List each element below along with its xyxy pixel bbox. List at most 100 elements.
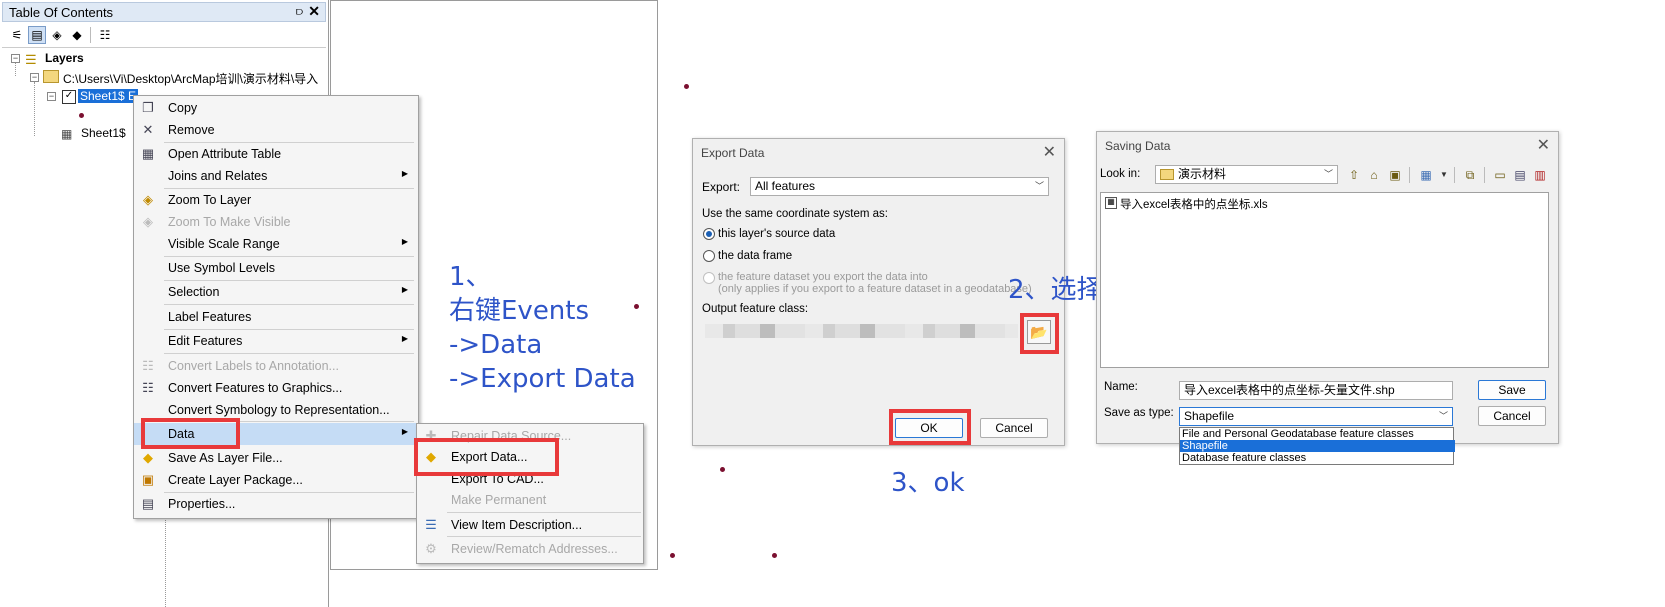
submenu-arrow-icon: ▶ [401,237,408,246]
new-toolbox-icon[interactable]: ▥ [1532,167,1548,183]
annotation-step1-line: 右键Events [449,296,590,326]
look-in-label: Look in: [1100,168,1141,180]
menu-item-open-attribute-table[interactable]: ▦ Open Attribute Table [134,143,416,165]
menu-item-label: Copy [168,101,198,115]
submenu-arrow-icon: ▶ [401,334,408,343]
menu-item-use-symbol-levels[interactable]: Use Symbol Levels [134,257,416,279]
pin-icon[interactable]: ⫐ [296,4,303,19]
export-select-value: All features [755,179,816,193]
menu-item-label: Save As Layer File... [168,451,283,465]
map-point [772,553,777,558]
menu-item-joins-and-relates[interactable]: Joins and Relates ▶ [134,165,416,187]
highlight-box-browse [1020,313,1059,354]
point-symbol [79,113,84,118]
layer-package-icon: ▣ [141,472,155,487]
menu-item-label: Joins and Relates [168,169,268,183]
close-icon[interactable]: ✕ [1043,142,1056,162]
table-icon: ▦ [61,127,73,141]
dialog-title: Saving Data [1105,139,1171,153]
menu-item-label: Review/Rematch Addresses... [451,542,618,556]
list-by-visibility-icon[interactable]: ◈ [48,26,66,44]
chevron-down-icon[interactable]: ▼ [1436,167,1452,183]
cancel-button[interactable]: Cancel [1478,406,1546,426]
close-icon[interactable]: ✕ [308,3,320,20]
highlight-box-ok [889,409,971,445]
collapse-layers-icon[interactable]: − [11,54,20,63]
menu-item-zoom-to-layer[interactable]: ◈ Zoom To Layer [134,189,416,211]
chevron-down-icon: ﹀ [1034,181,1044,191]
options-icon[interactable]: ☷ [96,26,114,44]
menu-item-label: Zoom To Layer [168,193,252,207]
home-icon[interactable]: ⌂ [1366,167,1382,183]
radio-layer-source[interactable] [703,228,715,240]
look-in-select[interactable]: 演示材料 ﹀ [1155,165,1338,184]
collapse-layer-icon[interactable]: − [47,92,56,101]
menu-item-edit-features[interactable]: Edit Features ▶ [134,330,416,352]
menu-item-label: Open Attribute Table [168,147,282,161]
list-by-drawing-order-icon[interactable]: ⚟ [8,26,26,44]
menu-item-visible-scale-range[interactable]: Visible Scale Range ▶ [134,233,416,255]
menu-item-remove[interactable]: ✕ Remove [134,119,416,141]
menu-item-label: Visible Scale Range [168,237,280,251]
menu-item-label: Label Features [168,310,252,324]
layer-visibility-checkbox[interactable]: ✓ [62,90,76,104]
menu-item-create-layer-package[interactable]: ▣ Create Layer Package... [134,469,416,491]
menu-item-make-permanent: Make Permanent [417,489,641,511]
save-as-type-select[interactable]: Shapefile ﹀ [1179,407,1453,426]
radio-label-note: (only applies if you export to a feature… [718,283,1032,295]
collapse-folder-icon[interactable]: − [30,73,39,82]
list-by-selection-icon[interactable]: ◆ [68,26,86,44]
view-list-icon[interactable]: ▦ [1418,167,1434,183]
output-feature-class-label: Output feature class: [702,303,809,315]
connect-folder-icon[interactable]: ⧉ [1462,167,1478,183]
dropdown-option-selected[interactable]: Shapefile [1180,440,1455,452]
file-list-item[interactable]: 导入excel表格中的点坐标.xls [1120,196,1268,212]
tree-table[interactable]: Sheet1$ [81,126,126,140]
tree-line [15,62,16,76]
list-by-source-icon[interactable]: ▤ [28,26,46,44]
menu-item-label: Convert Features to Graphics... [168,381,343,395]
menu-item-selection[interactable]: Selection ▶ [134,281,416,303]
output-path-field[interactable] [705,324,1018,338]
review-icon: ⚙ [425,541,437,556]
annotation-step1: 1、 右键Events ->Data ->Export Data [449,260,636,396]
radio-data-frame[interactable] [703,250,715,262]
map-point [670,553,675,558]
menu-item-properties[interactable]: ▤ Properties... [134,493,416,515]
tree-line [34,82,35,136]
dropdown-option[interactable]: Database feature classes [1180,452,1455,464]
close-icon[interactable]: ✕ [1537,135,1550,155]
save-as-type-value: Shapefile [1184,409,1235,423]
file-browser-list[interactable]: ▦ 导入excel表格中的点坐标.xls [1100,192,1549,368]
tree-layers-root[interactable]: Layers [45,51,84,65]
new-geodatabase-icon[interactable]: ▤ [1512,167,1528,183]
menu-item-label-features[interactable]: Label Features [134,306,416,328]
annotation-step3: 3、ok [891,468,965,498]
up-one-level-icon[interactable]: ⇧ [1346,167,1362,183]
submenu-arrow-icon: ▶ [401,427,408,436]
catalog-icon[interactable]: ▣ [1387,167,1403,183]
look-in-value: 演示材料 [1178,167,1227,181]
menu-item-label: Remove [168,123,215,137]
menu-item-label: Selection [168,285,220,299]
radio-label: the feature dataset you export the data … [718,271,928,283]
tree-layer-selected[interactable]: Sheet1$ E [78,89,139,103]
dropdown-option[interactable]: File and Personal Geodatabase feature cl… [1180,428,1455,440]
map-point [684,84,689,89]
menu-item-save-as-layer-file[interactable]: ◆ Save As Layer File... [134,447,416,469]
menu-item-view-item-description[interactable]: ☰ View Item Description... [417,514,641,536]
file-name-input[interactable]: 导入excel表格中的点坐标-矢量文件.shp [1179,381,1453,400]
table-icon: ▦ [141,146,155,161]
tree-folder-path[interactable]: C:\Users\Vi\Desktop\ArcMap培训\演示材料\导入 [63,70,318,87]
cancel-button[interactable]: Cancel [980,418,1048,438]
save-as-type-dropdown: File and Personal Geodatabase feature cl… [1179,427,1455,465]
menu-item-copy[interactable]: ❐ Copy [134,97,416,119]
save-button[interactable]: Save [1478,380,1546,400]
menu-item-label: Zoom To Make Visible [168,215,291,229]
new-folder-icon[interactable]: ▭ [1492,167,1508,183]
menu-item-convert-features-to-graphics[interactable]: ☷ Convert Features to Graphics... [134,377,416,399]
export-select[interactable]: All features ﹀ [750,177,1049,196]
convert-graphics-icon: ☷ [142,380,154,395]
dialog-title: Export Data [701,146,765,160]
radio-label: the data frame [718,250,793,262]
